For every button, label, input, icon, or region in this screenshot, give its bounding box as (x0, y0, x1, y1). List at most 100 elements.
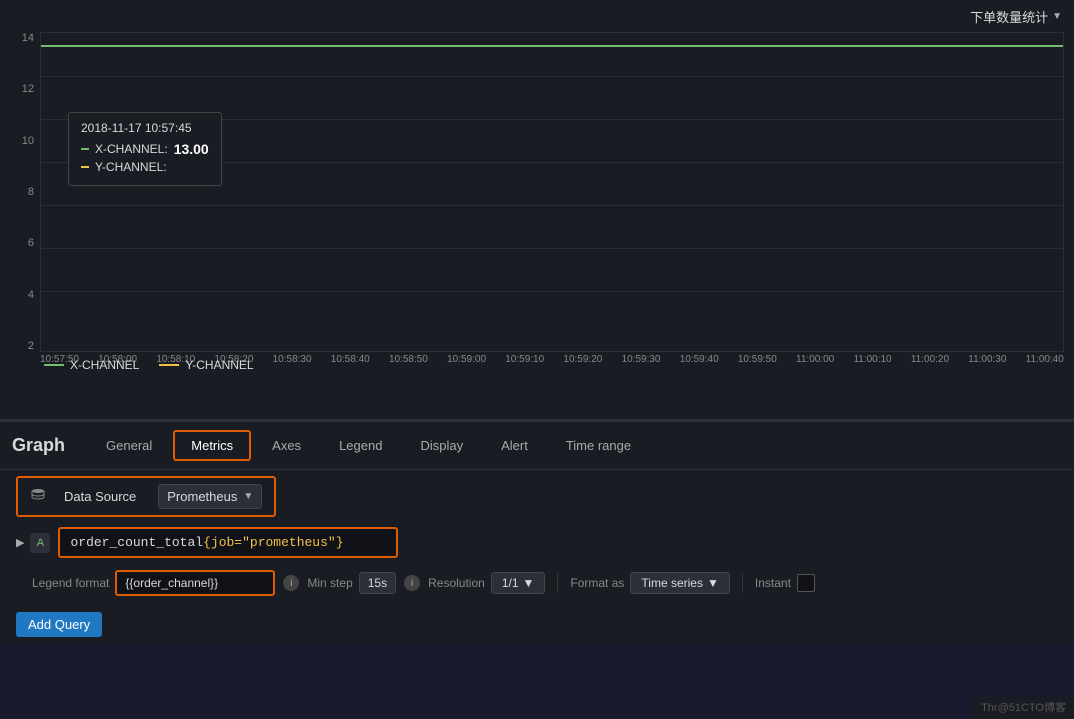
tooltip-x-label: X-CHANNEL: (95, 142, 168, 156)
legend-y-line (159, 364, 179, 366)
y-label-14: 14 (4, 32, 34, 44)
y-axis-labels: 2 4 6 8 10 12 14 (0, 32, 38, 352)
format-as-select[interactable]: Time series ▼ (630, 572, 729, 594)
legend-format-label: Legend format (32, 576, 109, 590)
grid-line-6 (41, 291, 1063, 292)
format-as-group: Format as Time series ▼ (570, 572, 729, 594)
data-line-x-channel (41, 45, 1063, 47)
x-label-5: 10:58:40 (331, 354, 370, 365)
query-input[interactable]: order_count_total{job="prometheus"} (58, 527, 398, 558)
datasource-value: Prometheus (167, 489, 237, 504)
tab-time-range[interactable]: Time range (549, 431, 648, 460)
x-label-4: 10:58:30 (273, 354, 312, 365)
format-as-dropdown-icon: ▼ (707, 576, 719, 590)
tab-general[interactable]: General (89, 431, 169, 460)
x-label-11: 10:59:40 (680, 354, 719, 365)
y-label-4: 4 (4, 289, 34, 301)
chart-container: 下单数量统计 ▼ 2 4 6 8 10 12 14 10:57:50 10:58… (0, 0, 1074, 420)
resolution-value: 1/1 (502, 576, 519, 590)
tooltip-x-channel-row: X-CHANNEL: 13.00 (81, 141, 209, 157)
instant-label: Instant (755, 576, 791, 590)
min-step-label: Min step (307, 576, 352, 590)
y-label-2: 2 (4, 340, 34, 352)
chart-title-dropdown-icon[interactable]: ▼ (1052, 11, 1062, 22)
x-label-12: 10:59:50 (738, 354, 777, 365)
y-label-12: 12 (4, 83, 34, 95)
datasource-dropdown-arrow: ▼ (243, 491, 253, 502)
tabs-bar: Graph General Metrics Axes Legend Displa… (0, 422, 1074, 470)
legend-x-label: X-CHANNEL (70, 358, 139, 372)
tab-display[interactable]: Display (403, 431, 480, 460)
chart-title[interactable]: 下单数量统计 (970, 7, 1048, 26)
panel-title: Graph (12, 435, 65, 456)
instant-group: Instant (755, 574, 815, 592)
x-label-17: 11:00:40 (1026, 354, 1064, 365)
format-as-value: Time series (641, 576, 703, 590)
min-step-value[interactable]: 15s (359, 572, 396, 594)
query-text-highlight: {job="prometheus"} (203, 535, 343, 550)
legend-y-label: Y-CHANNEL (185, 358, 253, 372)
query-section: ▶ A order_count_total{job="prometheus"} … (16, 527, 1058, 602)
query-text-plain: order_count_total (70, 535, 203, 550)
x-label-6: 10:58:50 (389, 354, 428, 365)
y-label-6: 6 (4, 237, 34, 249)
divider-1 (557, 573, 558, 593)
query-letter: A (30, 533, 50, 553)
x-label-14: 11:00:10 (853, 354, 891, 365)
resolution-select[interactable]: 1/1 ▼ (491, 572, 546, 594)
resolution-group: Resolution 1/1 ▼ (428, 572, 545, 594)
bottom-bar-text: Thr@51CTO博客 (981, 702, 1066, 714)
instant-checkbox[interactable] (797, 574, 815, 592)
tooltip-x-dot (81, 148, 89, 150)
database-icon (30, 487, 46, 506)
x-label-7: 10:59:00 (447, 354, 486, 365)
legend-y-channel[interactable]: Y-CHANNEL (159, 358, 253, 372)
x-label-10: 10:59:30 (622, 354, 661, 365)
legend-format-input[interactable]: {{order_channel}} (115, 570, 275, 596)
bottom-bar: Thr@51CTO博客 (973, 695, 1074, 719)
tab-alert[interactable]: Alert (484, 431, 545, 460)
tab-axes[interactable]: Axes (255, 431, 318, 460)
legend-x-channel[interactable]: X-CHANNEL (44, 358, 139, 372)
tab-metrics[interactable]: Metrics (173, 430, 251, 461)
tooltip-y-channel-row: Y-CHANNEL: (81, 160, 209, 174)
datasource-box: Data Source Prometheus ▼ (16, 476, 276, 517)
format-as-label: Format as (570, 576, 624, 590)
x-label-8: 10:59:10 (505, 354, 544, 365)
tooltip-time: 2018-11-17 10:57:45 (81, 121, 209, 135)
resolution-label: Resolution (428, 576, 485, 590)
tooltip-y-dot (81, 166, 89, 168)
query-row: ▶ A order_count_total{job="prometheus"} (16, 527, 1058, 558)
min-step-info-icon[interactable]: i (404, 575, 420, 591)
add-query-button[interactable]: Add Query (16, 612, 102, 637)
legend-x-line (44, 364, 64, 366)
legend-format-info-icon[interactable]: i (283, 575, 299, 591)
tooltip-x-value: 13.00 (174, 141, 209, 157)
chart-legend: X-CHANNEL Y-CHANNEL (44, 358, 254, 372)
x-label-9: 10:59:20 (563, 354, 602, 365)
x-label-13: 11:00:00 (796, 354, 834, 365)
chart-tooltip: 2018-11-17 10:57:45 X-CHANNEL: 13.00 Y-C… (68, 112, 222, 186)
x-label-15: 11:00:20 (911, 354, 949, 365)
datasource-select[interactable]: Prometheus ▼ (158, 484, 262, 509)
tab-legend[interactable]: Legend (322, 431, 399, 460)
y-label-8: 8 (4, 186, 34, 198)
panel: Graph General Metrics Axes Legend Displa… (0, 420, 1074, 643)
add-query-row: Add Query (0, 606, 1074, 643)
grid-line-1 (41, 76, 1063, 77)
grid-line-5 (41, 248, 1063, 249)
datasource-label: Data Source (64, 489, 136, 504)
min-step-group: Min step 15s (307, 572, 396, 594)
y-label-10: 10 (4, 135, 34, 147)
divider-2 (742, 573, 743, 593)
options-row: Legend format {{order_channel}} i Min st… (16, 564, 1058, 602)
chart-title-bar: 下单数量统计 ▼ (0, 0, 1074, 32)
tooltip-y-label: Y-CHANNEL: (95, 160, 167, 174)
resolution-dropdown-icon: ▼ (523, 576, 535, 590)
grid-area (40, 32, 1064, 352)
query-collapse-icon[interactable]: ▶ (16, 536, 24, 549)
chart-area: 2 4 6 8 10 12 14 10:57:50 10:58:00 10:58… (0, 32, 1074, 382)
datasource-section: Data Source Prometheus ▼ (0, 470, 1074, 523)
legend-format-group: Legend format {{order_channel}} (32, 570, 275, 596)
x-label-16: 11:00:30 (968, 354, 1006, 365)
